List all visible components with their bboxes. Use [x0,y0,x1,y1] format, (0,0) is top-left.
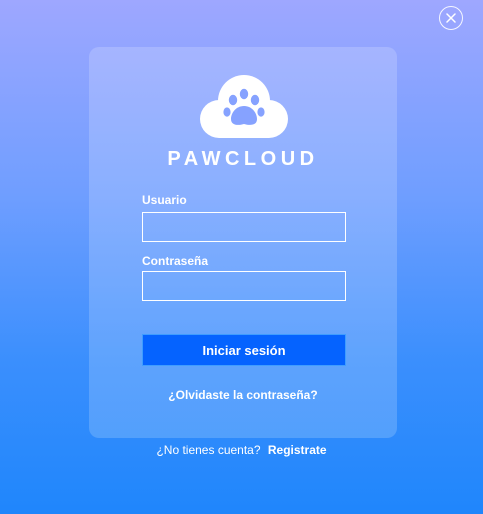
login-button[interactable]: Iniciar sesión [142,334,346,366]
password-input[interactable] [142,271,346,301]
paw-cloud-icon [200,75,288,138]
close-icon [446,13,456,23]
login-card: PAWCLOUD Usuario Contraseña Iniciar sesi… [89,47,397,438]
signup-link[interactable]: Registrate [268,443,327,457]
close-button[interactable] [439,6,463,30]
brand-name: PAWCLOUD [167,148,319,170]
password-label: Contraseña [142,254,209,268]
username-label: Usuario [142,193,187,207]
forgot-password-link[interactable]: ¿Olvidaste la contraseña? [89,388,397,402]
signup-row: ¿No tienes cuenta? Registrate [0,443,483,457]
username-input[interactable] [142,212,346,242]
signup-prompt: ¿No tienes cuenta? [156,443,261,457]
